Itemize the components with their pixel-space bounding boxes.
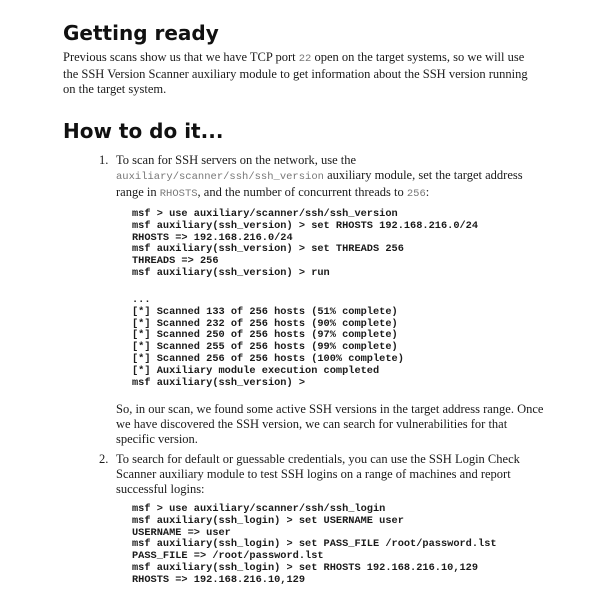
document-page: Getting ready Previous scans show us tha… [0, 0, 600, 600]
step1-text-a: To scan for SSH servers on the network, … [116, 153, 357, 167]
inline-code-module: auxiliary/scanner/ssh/ssh_version [116, 171, 324, 183]
code-line: [*] Auxiliary module execution completed [132, 364, 380, 377]
step-number-2: 2. [99, 452, 109, 466]
code-block-output: ... [*] Scanned 133 of 256 hosts (51% com… [132, 294, 404, 389]
step1-text-d: : [425, 185, 430, 199]
code-line: msf auxiliary(ssh_version) > set RHOSTS … [132, 219, 479, 232]
step1-text-c: , and the number of concurrent threads t… [197, 185, 407, 199]
code-block-commands: msf > use auxiliary/scanner/ssh/ssh_vers… [132, 208, 479, 280]
step2-paragraph: To search for default or guessable crede… [116, 452, 520, 496]
intro-paragraph: Previous scans show us that we have TCP … [63, 50, 533, 97]
code-line: msf auxiliary(ssh_login) > set USERNAME … [132, 514, 404, 527]
inline-code-port: 22 [298, 53, 312, 65]
section-heading-getting-ready: Getting ready [63, 21, 219, 45]
code-line: [*] Scanned 256 of 256 hosts (100% compl… [132, 352, 404, 365]
inline-code-threads: 256 [406, 188, 426, 200]
code-line: [*] Scanned 133 of 256 hosts (51% comple… [132, 305, 398, 318]
inline-code-rhosts: RHOSTS [159, 188, 198, 200]
intro-text-part1: Previous scans show us that we have TCP … [63, 50, 299, 64]
step-number-1: 1. [99, 153, 109, 167]
step1-paragraph: To scan for SSH servers on the network, … [116, 153, 546, 202]
code-line: RHOSTS => 192.168.216.10,129 [132, 573, 306, 586]
section-heading-how-to: How to do it... [63, 119, 224, 143]
code-line: msf auxiliary(ssh_version) > run [132, 266, 330, 279]
code-line: msf auxiliary(ssh_version) > [132, 376, 306, 389]
step1-result-paragraph: So, in our scan, we found some active SS… [116, 402, 544, 446]
code-line: msf auxiliary(ssh_login) > set RHOSTS 19… [132, 561, 479, 574]
code-block-login: msf > use auxiliary/scanner/ssh/ssh_logi… [132, 503, 497, 587]
